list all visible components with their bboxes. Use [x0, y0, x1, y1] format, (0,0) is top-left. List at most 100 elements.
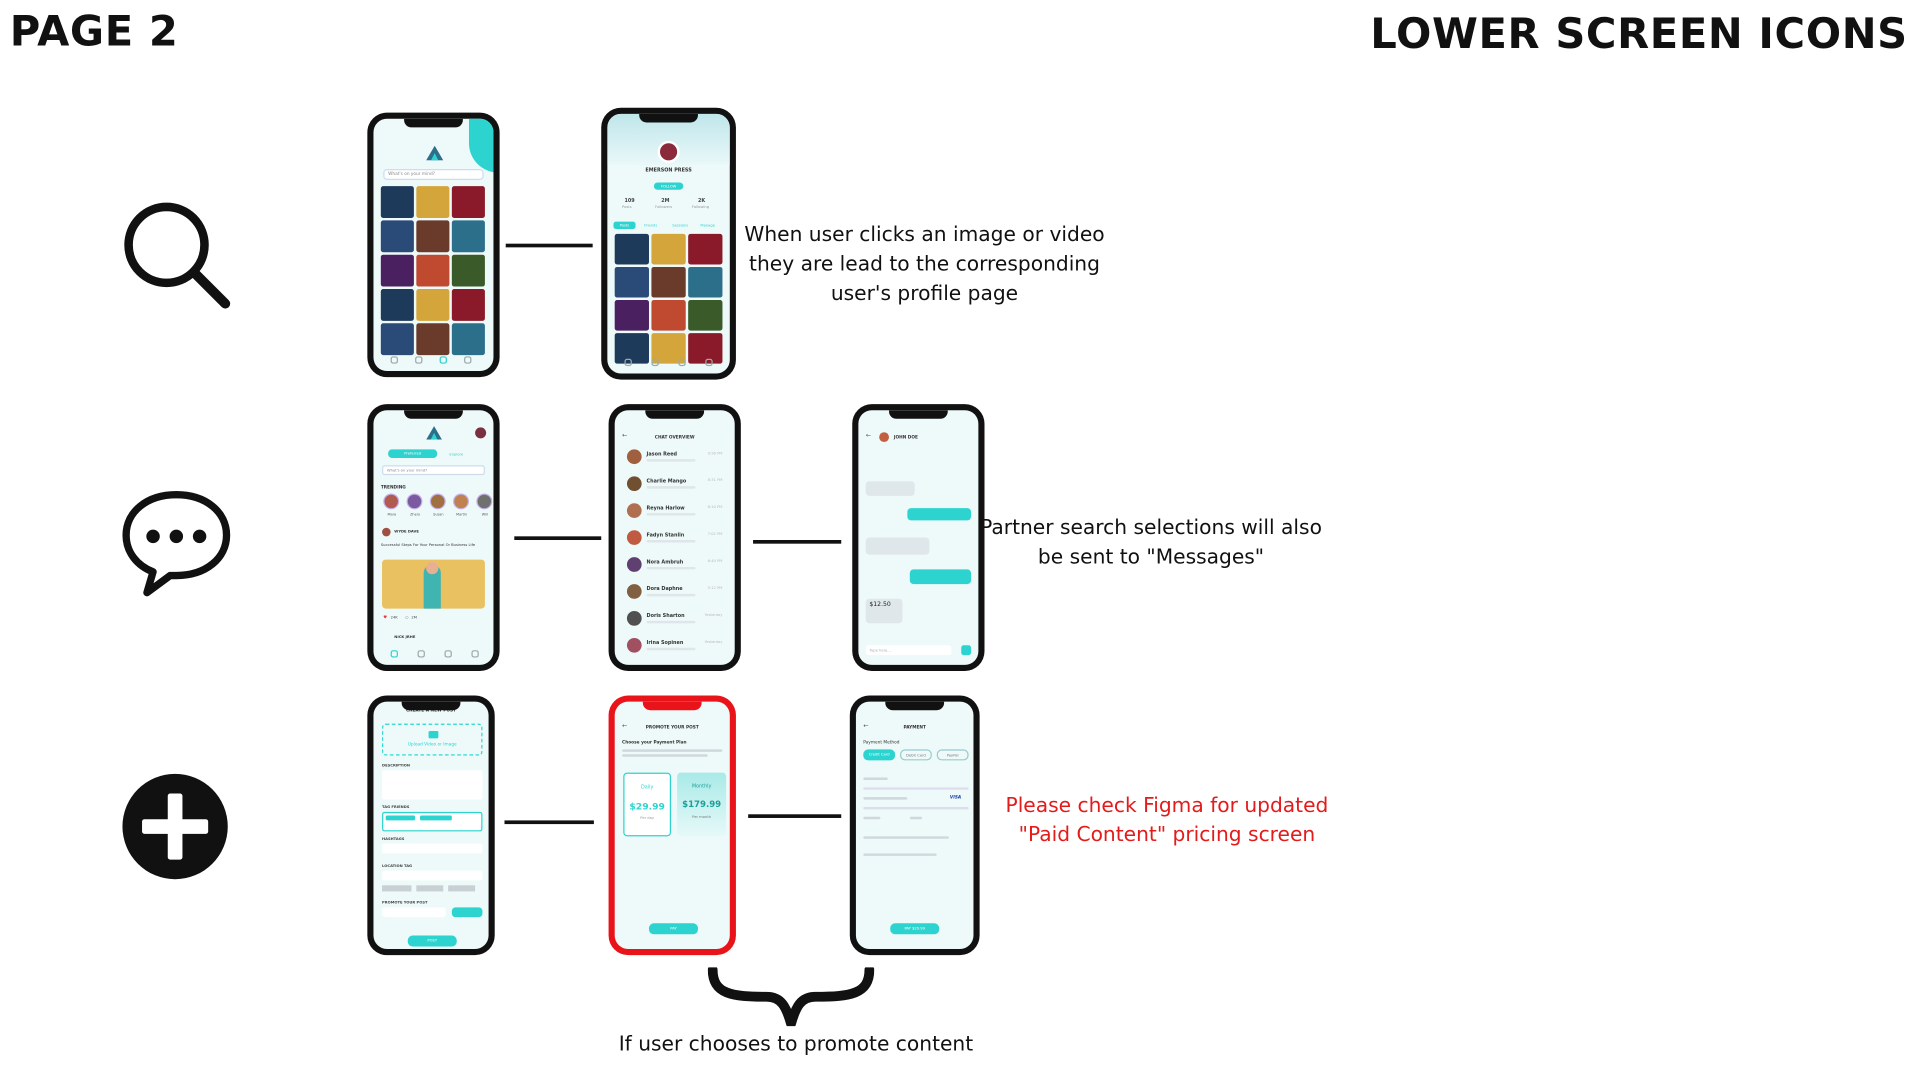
chat-row[interactable]: Dora Daphne 5:12 PM: [626, 582, 722, 604]
payment-method-label: Payment Method: [863, 739, 900, 745]
search-input[interactable]: What's on your mind?: [383, 168, 484, 181]
screen-title: CHAT OVERVIEW: [654, 434, 695, 440]
media-thumbnail[interactable]: [451, 186, 485, 218]
promote-select[interactable]: [382, 907, 446, 918]
trending-avatar[interactable]: [476, 493, 493, 510]
method-credit-card[interactable]: Credit Card: [863, 749, 896, 761]
follow-button[interactable]: FOLLOW: [653, 182, 684, 190]
media-thumbnail[interactable]: [416, 186, 450, 218]
upload-icon: [428, 731, 439, 739]
chat-row[interactable]: Reyna Harlow 8:10 PM: [626, 501, 722, 523]
chat-row[interactable]: Charlie Mango 8:31 PM: [626, 474, 722, 496]
promote-button[interactable]: [451, 907, 483, 918]
post-input[interactable]: What's on your mind?: [382, 465, 485, 476]
chat-name: Reyna Harlow: [646, 504, 685, 511]
note-promote-content: If user chooses to promote content: [618, 1032, 974, 1056]
chat-time: 7:02 PM: [707, 531, 723, 537]
chat-time: Yesterday: [704, 639, 723, 645]
post-image[interactable]: [382, 559, 485, 609]
tab-posts[interactable]: Posts: [613, 221, 636, 229]
media-thumbnail[interactable]: [614, 266, 649, 298]
chat-name: Dora Daphne: [646, 585, 683, 592]
media-thumbnail[interactable]: [416, 323, 450, 356]
hashtags-field[interactable]: [382, 843, 483, 854]
trending-avatar[interactable]: [453, 493, 469, 510]
chat-row[interactable]: Irina Sopinen Yesterday: [626, 636, 723, 658]
media-thumbnail[interactable]: [416, 288, 450, 321]
pay-button[interactable]: PAY: [648, 923, 698, 935]
trending-avatar[interactable]: [429, 493, 446, 510]
avatar: [626, 584, 642, 599]
media-thumbnail[interactable]: [416, 254, 450, 287]
media-thumbnail[interactable]: [451, 323, 485, 356]
chat-row[interactable]: Doris Sharton Yesterday: [626, 609, 723, 631]
back-arrow-icon[interactable]: ←: [866, 432, 871, 439]
media-thumbnail[interactable]: [651, 266, 686, 298]
media-thumbnail[interactable]: [688, 266, 723, 298]
media-thumbnail[interactable]: [451, 220, 485, 253]
phone-create-post-screen: CREATE A NEW POST Upload Video or Image …: [367, 695, 495, 956]
phone-promote-post-screen: ← PROMOTE YOUR POST Choose your Payment …: [608, 695, 736, 956]
media-thumbnail[interactable]: [380, 186, 414, 218]
media-thumbnail[interactable]: [688, 300, 723, 331]
trending-avatar[interactable]: [383, 493, 400, 510]
chat-list: Jason Reed 9:56 PM Charlie Mango 8:31 PM Rey…: [615, 447, 735, 665]
chat-name: Nora Ambruh: [646, 558, 684, 565]
plan-card-monthly[interactable]: Monthly $179.99 Per month: [677, 772, 727, 837]
avatar: [879, 432, 889, 443]
heart-icon[interactable]: ♥: [383, 615, 387, 620]
comment-icon[interactable]: ○: [405, 615, 408, 620]
post-author: WYDE DAVE: [394, 528, 419, 534]
media-thumbnail[interactable]: [451, 254, 485, 287]
upload-dropzone[interactable]: Upload Video or Image: [382, 723, 483, 756]
connector: [753, 540, 842, 544]
media-thumbnail[interactable]: [416, 220, 450, 253]
tab-preferred[interactable]: Preferred: [388, 449, 438, 458]
plus-circle-icon: [122, 773, 228, 880]
chat-name: Jason Reed: [646, 450, 678, 457]
note-profile-navigation: When user clicks an image or video they …: [744, 222, 1105, 305]
send-icon[interactable]: [961, 645, 972, 656]
message-input[interactable]: Type here...: [865, 645, 952, 656]
avatar: [626, 476, 642, 492]
method-debit-card[interactable]: Debit Card: [900, 749, 932, 761]
media-thumbnail[interactable]: [614, 300, 649, 331]
media-thumbnail[interactable]: [688, 233, 723, 265]
message-bubble: [865, 537, 930, 555]
media-thumbnail[interactable]: [380, 323, 414, 356]
media-thumbnail[interactable]: [614, 233, 649, 265]
tab-sessions[interactable]: Sessions: [672, 223, 688, 228]
media-thumbnail[interactable]: [380, 254, 414, 287]
connector: [504, 820, 594, 825]
message-bubble: [865, 481, 915, 496]
trending-avatar[interactable]: [406, 493, 423, 510]
trending-name: Zhery: [410, 511, 421, 517]
media-thumbnail[interactable]: [651, 233, 686, 265]
tag-friends-label: TAG FRIENDS: [382, 804, 410, 810]
description-field[interactable]: [382, 770, 483, 800]
location-field[interactable]: [382, 870, 483, 881]
promote-label: PROMOTE YOUR POST: [382, 900, 428, 905]
avatar: [657, 140, 680, 163]
media-thumbnail[interactable]: [651, 300, 686, 331]
tab-friends[interactable]: Friends: [644, 223, 657, 228]
plan-card-daily[interactable]: Daily $29.99 Per day: [623, 772, 672, 837]
media-thumbnail[interactable]: [380, 288, 414, 321]
media-thumbnail[interactable]: [380, 220, 414, 253]
media-thumbnail[interactable]: [614, 333, 649, 364]
media-thumbnail[interactable]: [451, 288, 485, 321]
trending-name: Will: [481, 511, 488, 517]
tab-explore[interactable]: Explore: [449, 452, 463, 457]
chat-row[interactable]: Nora Ambruh 6:40 PM: [626, 555, 722, 577]
chat-time: Yesterday: [704, 612, 723, 618]
tag-friends-field[interactable]: [382, 811, 483, 832]
method-paypal[interactable]: PayPal: [936, 749, 969, 761]
message-bubble: [907, 508, 972, 521]
media-grid: [380, 186, 486, 360]
chat-row[interactable]: Fadyn Stanlin 7:02 PM: [626, 528, 723, 550]
chat-row[interactable]: Jason Reed 9:56 PM: [626, 447, 722, 469]
pay-now-button[interactable]: PAY $29.99: [890, 923, 940, 935]
tab-manage[interactable]: Manage: [700, 223, 715, 228]
phone-search-screen: What's on your mind?: [367, 112, 500, 378]
post-button[interactable]: POST: [407, 935, 457, 947]
